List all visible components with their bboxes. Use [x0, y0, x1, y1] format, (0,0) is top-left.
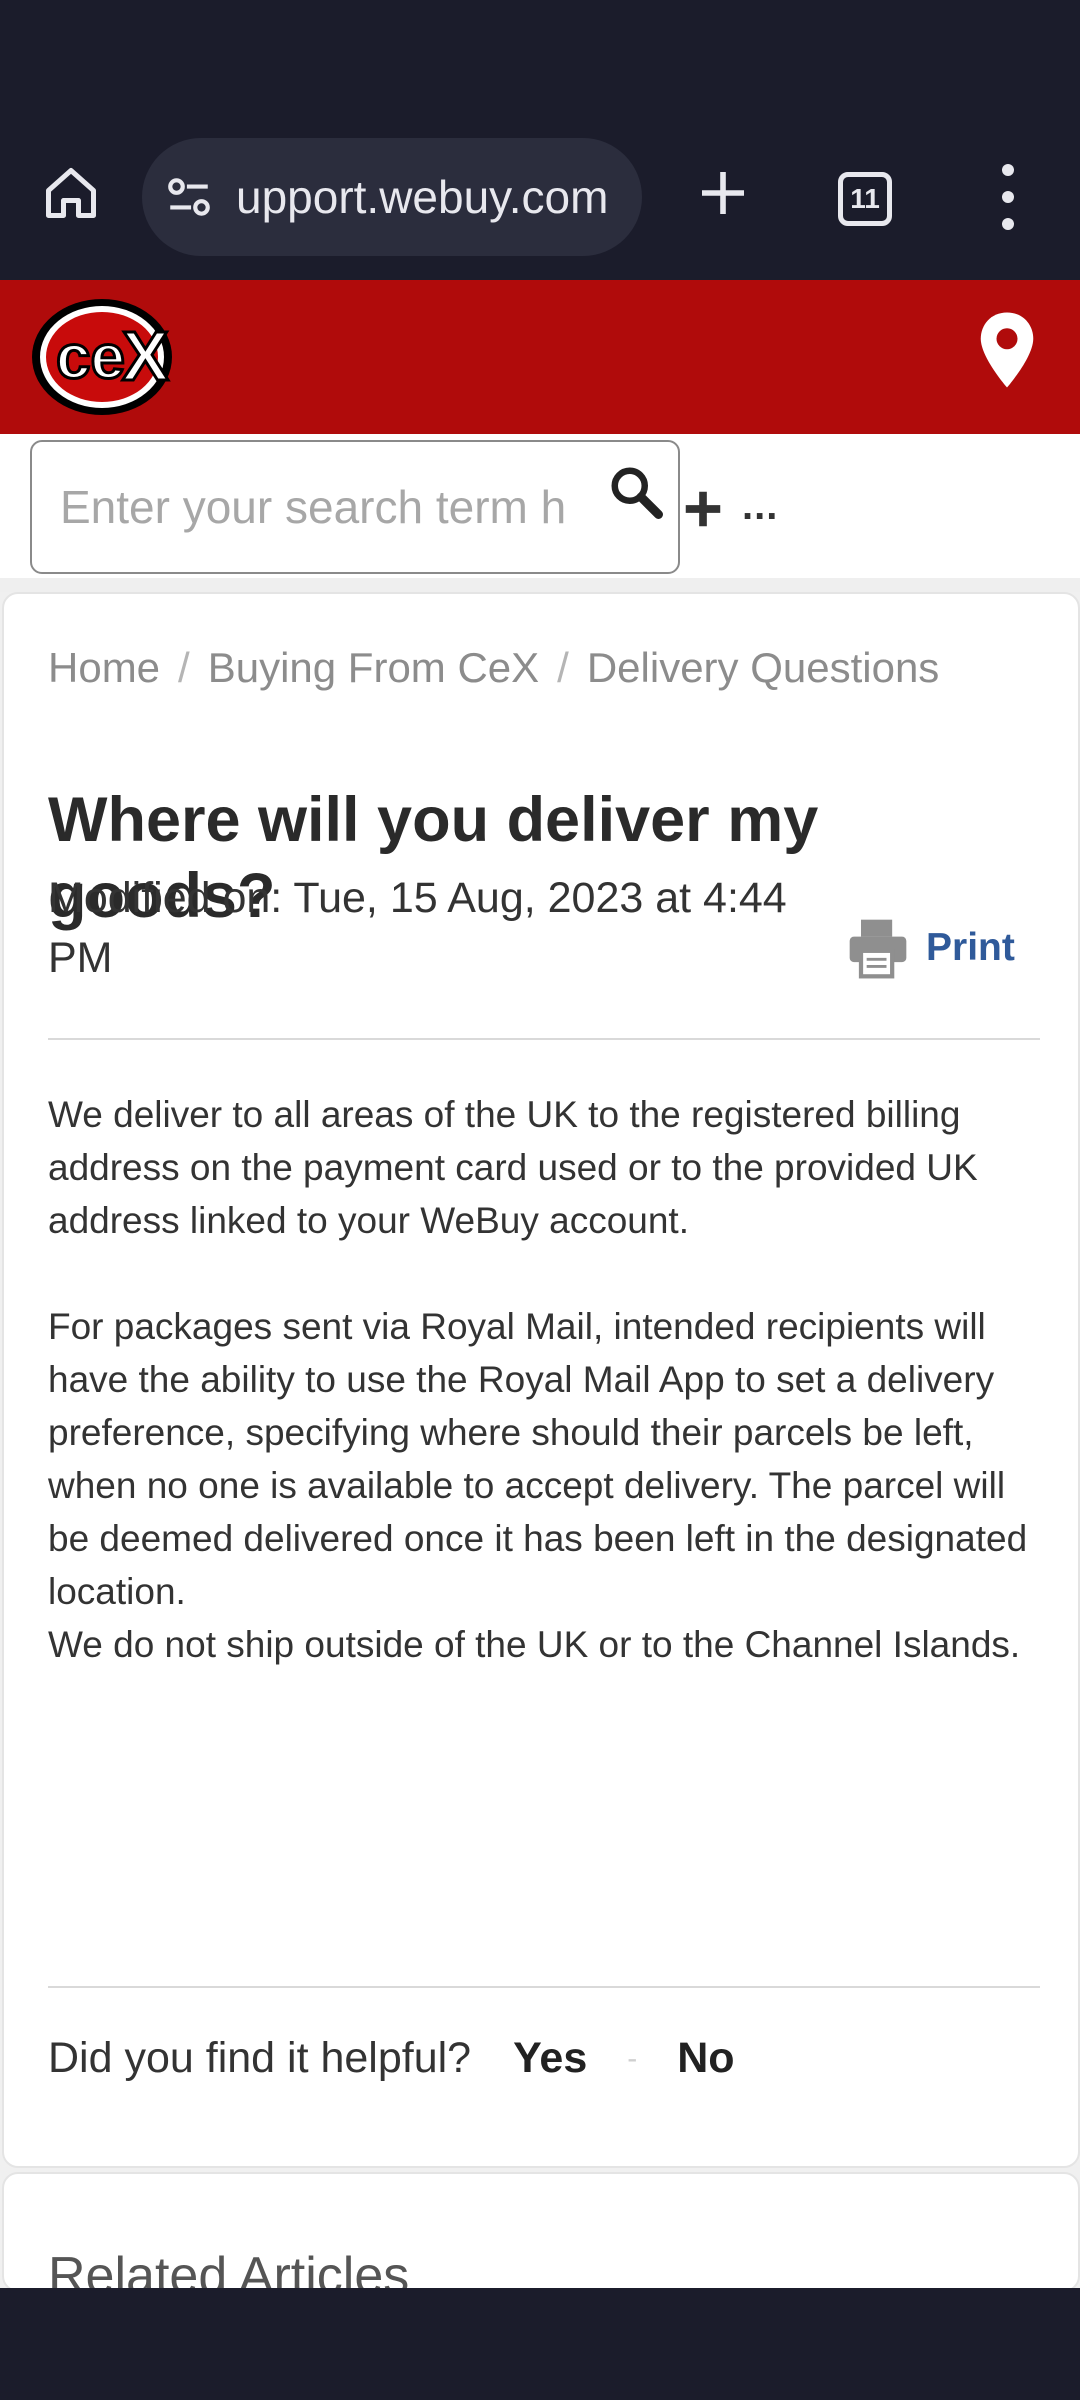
breadcrumb-section[interactable]: Buying From CeX	[208, 644, 539, 691]
separator-strip	[0, 578, 1080, 592]
article-paragraph: For packages sent via Royal Mail, intend…	[48, 1306, 1028, 1612]
site-settings-icon[interactable]	[164, 172, 214, 222]
menu-dot	[1002, 191, 1014, 203]
breadcrumb-category[interactable]: Delivery Questions	[587, 644, 939, 691]
article-paragraph: We deliver to all areas of the UK to the…	[48, 1094, 978, 1241]
browser-toolbar: upport.webuy.com 11	[0, 120, 1080, 280]
breadcrumb: Home / Buying From CeX / Delivery Questions	[48, 638, 988, 698]
menu-dot	[1002, 164, 1014, 176]
related-articles-title: Related Articles	[48, 2247, 410, 2292]
article-paragraph: We do not ship outside of the UK or to t…	[48, 1624, 1021, 1665]
print-button[interactable]: Print	[844, 914, 1015, 982]
printer-icon	[849, 919, 907, 979]
new-tab-button[interactable]	[690, 160, 756, 226]
status-bar	[0, 0, 1080, 120]
plus-icon	[702, 172, 744, 214]
address-bar[interactable]: upport.webuy.com	[142, 138, 642, 256]
breadcrumb-home[interactable]: Home	[48, 644, 160, 691]
store-locator-button[interactable]	[976, 310, 1038, 395]
svg-text:ce: ce	[56, 323, 125, 392]
feedback-separator: -	[627, 2041, 638, 2075]
article-card: Home / Buying From CeX / Delivery Questions …	[2, 592, 1080, 2168]
add-icon[interactable]	[680, 486, 726, 532]
feedback-section: Did you find it helpful? Yes - No	[48, 2034, 735, 2083]
search-icon[interactable]	[606, 462, 666, 522]
print-label[interactable]: Print	[926, 926, 1015, 970]
modified-date: Modified on: Tue, 15 Aug, 2023 at 4:44 P…	[48, 874, 787, 982]
search-row: ...	[0, 434, 1080, 578]
breadcrumb-separator: /	[178, 644, 190, 691]
svg-text:X: X	[122, 317, 169, 395]
system-navigation-bar	[0, 2288, 1080, 2400]
search-input[interactable]	[60, 472, 600, 542]
url-text[interactable]: upport.webuy.com	[236, 170, 608, 224]
cex-logo[interactable]: ce X	[30, 294, 180, 425]
search-box[interactable]	[30, 440, 680, 574]
tab-count: 11	[850, 183, 880, 214]
divider	[48, 1038, 1040, 1040]
site-header: ce X	[0, 280, 1080, 434]
location-pin-icon	[980, 312, 1034, 388]
home-icon	[46, 168, 96, 218]
related-articles-card: Related Articles	[2, 2172, 1080, 2292]
feedback-no-button[interactable]: No	[677, 2034, 734, 2083]
menu-dot	[1002, 218, 1014, 230]
breadcrumb-separator: /	[557, 644, 569, 691]
home-button[interactable]	[38, 160, 104, 226]
browser-menu-button[interactable]	[990, 164, 1026, 230]
feedback-question: Did you find it helpful?	[48, 2034, 472, 2082]
feedback-yes-button[interactable]: Yes	[513, 2034, 587, 2083]
divider	[48, 1986, 1040, 1988]
tab-switcher-button[interactable]: 11	[838, 172, 892, 226]
more-options-button[interactable]: ...	[742, 484, 778, 529]
